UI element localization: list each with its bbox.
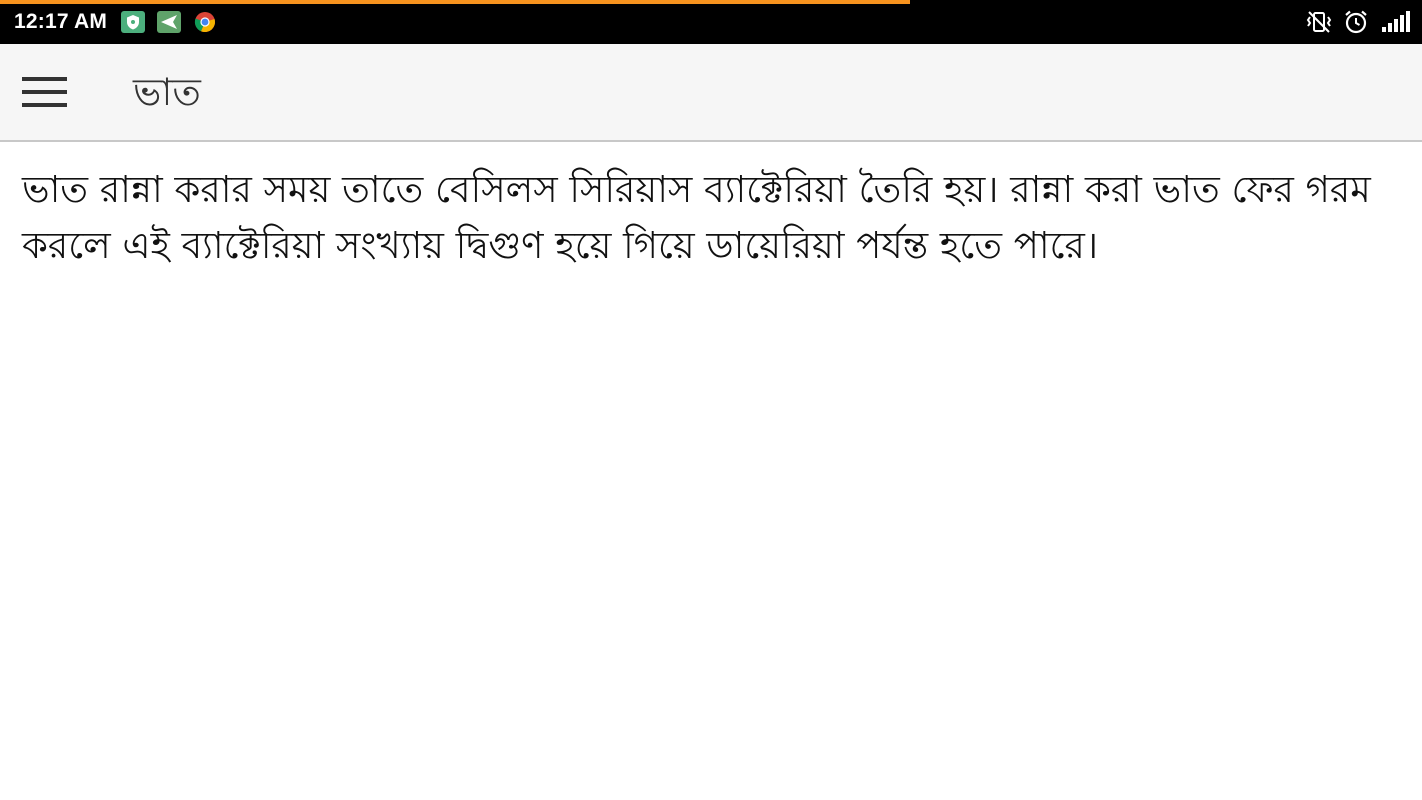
page-load-progress-bar — [0, 0, 911, 4]
status-clock: 12:17 AM — [14, 10, 108, 33]
page-title: ভাত — [133, 70, 201, 114]
alarm-icon — [1343, 9, 1369, 35]
messenger-app-icon — [157, 11, 181, 33]
vibrate-icon — [1305, 9, 1333, 35]
menu-line — [22, 90, 67, 94]
chrome-icon — [193, 11, 217, 33]
shield-app-icon — [121, 11, 145, 33]
article-body: ভাত রান্না করার সময় তাতে বেসিলস সিরিয়া… — [22, 168, 1371, 267]
menu-line — [22, 103, 67, 107]
signal-icon — [1380, 9, 1410, 35]
status-bar: 12:17 AM — [0, 0, 1422, 44]
menu-line — [22, 77, 67, 81]
hamburger-menu-icon[interactable] — [14, 66, 74, 118]
app-toolbar: ভাত — [0, 44, 1422, 142]
